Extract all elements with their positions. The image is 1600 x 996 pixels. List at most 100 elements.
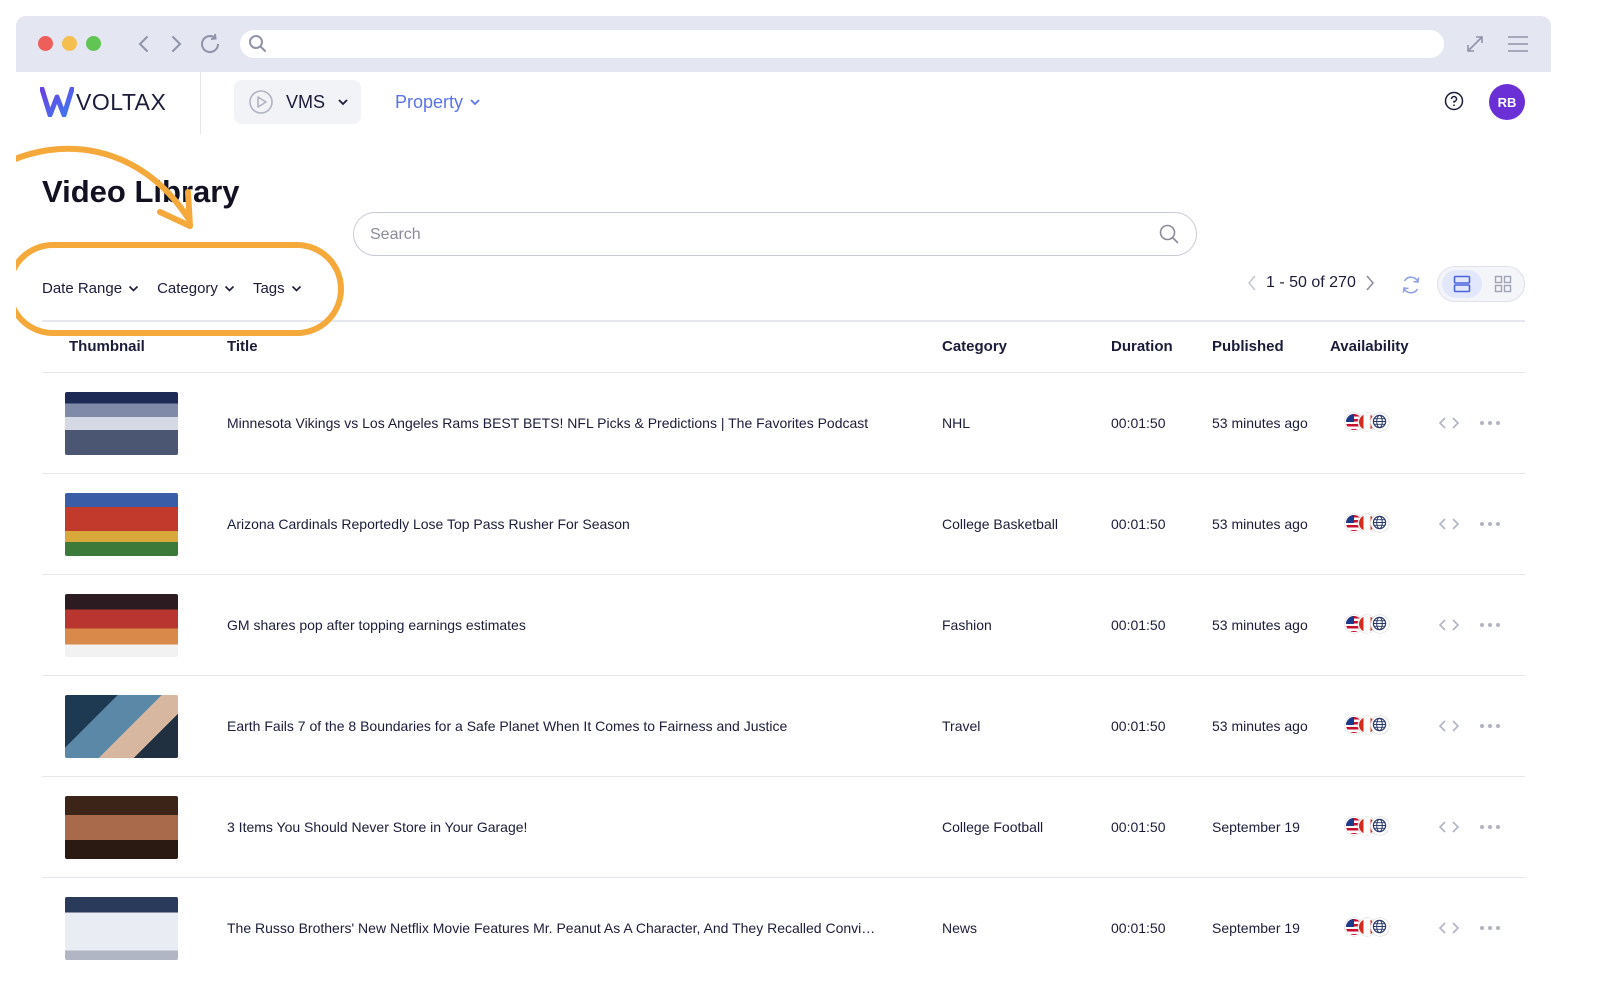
more-options-icon[interactable] bbox=[1478, 716, 1502, 736]
search-icon[interactable] bbox=[1158, 223, 1180, 245]
column-header-thumbnail[interactable]: Thumbnail bbox=[69, 338, 145, 355]
column-header-category[interactable]: Category bbox=[942, 338, 1007, 355]
app-header: VOLTAX VMS Property RB bbox=[16, 72, 1551, 134]
video-category: College Basketball bbox=[942, 516, 1058, 532]
more-options-icon[interactable] bbox=[1478, 413, 1502, 433]
maximize-window-button[interactable] bbox=[86, 36, 101, 51]
minimize-window-button[interactable] bbox=[62, 36, 77, 51]
availability-flags[interactable] bbox=[1345, 413, 1389, 431]
video-title[interactable]: Arizona Cardinals Reportedly Lose Top Pa… bbox=[227, 516, 877, 532]
globe-icon bbox=[1371, 615, 1389, 633]
expand-icon[interactable] bbox=[1461, 30, 1489, 58]
video-duration: 00:01:50 bbox=[1111, 617, 1166, 633]
help-icon[interactable] bbox=[1443, 90, 1465, 112]
header-divider bbox=[200, 72, 201, 134]
list-view-button[interactable] bbox=[1442, 270, 1482, 298]
globe-icon bbox=[1371, 918, 1389, 936]
product-switcher[interactable]: VMS bbox=[234, 80, 361, 124]
menu-icon[interactable] bbox=[1504, 30, 1532, 58]
embed-code-icon[interactable] bbox=[1438, 817, 1460, 837]
video-published: 53 minutes ago bbox=[1212, 415, 1308, 431]
video-duration: 00:01:50 bbox=[1111, 819, 1166, 835]
column-header-published[interactable]: Published bbox=[1212, 338, 1284, 355]
close-window-button[interactable] bbox=[38, 36, 53, 51]
video-thumbnail[interactable] bbox=[65, 493, 178, 556]
embed-code-icon[interactable] bbox=[1438, 413, 1460, 433]
video-category: News bbox=[942, 920, 978, 936]
search-input[interactable] bbox=[370, 223, 1130, 247]
table-row[interactable]: Minnesota Vikings vs Los Angeles Rams BE… bbox=[42, 372, 1525, 473]
globe-icon bbox=[1371, 413, 1389, 431]
availability-flags[interactable] bbox=[1345, 716, 1389, 734]
video-duration: 00:01:50 bbox=[1111, 415, 1166, 431]
video-title[interactable]: 3 Items You Should Never Store in Your G… bbox=[227, 819, 877, 835]
video-thumbnail[interactable] bbox=[65, 594, 178, 657]
availability-flags[interactable] bbox=[1345, 615, 1389, 633]
column-header-duration[interactable]: Duration bbox=[1111, 338, 1173, 355]
property-label: Property bbox=[395, 91, 464, 112]
video-category: NHL bbox=[942, 415, 971, 431]
annotation-arrow bbox=[16, 145, 193, 229]
browser-window: VOLTAX VMS Property RB Video Library Dat… bbox=[16, 16, 1551, 960]
availability-flags[interactable] bbox=[1345, 514, 1389, 532]
back-icon[interactable] bbox=[130, 30, 158, 58]
main-content: Video Library Date Range Category Tags 1… bbox=[16, 134, 1551, 960]
filter-highlight-annotation bbox=[16, 242, 344, 336]
more-options-icon[interactable] bbox=[1478, 514, 1502, 534]
video-duration: 00:01:50 bbox=[1111, 516, 1166, 532]
more-options-icon[interactable] bbox=[1478, 817, 1502, 837]
grid-view-icon bbox=[1494, 275, 1512, 293]
voltax-logo-icon bbox=[40, 87, 74, 117]
grid-view-button[interactable] bbox=[1484, 270, 1522, 298]
more-options-icon[interactable] bbox=[1478, 918, 1502, 938]
reload-icon[interactable] bbox=[196, 30, 224, 58]
chevron-down-icon bbox=[470, 99, 480, 106]
chevron-left-icon[interactable] bbox=[1246, 274, 1258, 292]
video-thumbnail[interactable] bbox=[65, 695, 178, 758]
availability-flags[interactable] bbox=[1345, 918, 1389, 936]
video-published: 53 minutes ago bbox=[1212, 617, 1308, 633]
globe-icon bbox=[1371, 817, 1389, 835]
video-published: 53 minutes ago bbox=[1212, 516, 1308, 532]
product-label: VMS bbox=[286, 91, 326, 112]
user-avatar[interactable]: RB bbox=[1489, 84, 1525, 120]
logo-text: VOLTAX bbox=[76, 88, 167, 115]
video-category: Fashion bbox=[942, 617, 992, 633]
embed-code-icon[interactable] bbox=[1438, 918, 1460, 938]
video-thumbnail[interactable] bbox=[65, 796, 178, 859]
video-thumbnail[interactable] bbox=[65, 897, 178, 960]
refresh-icon[interactable] bbox=[1400, 274, 1422, 296]
browser-chrome bbox=[16, 16, 1551, 72]
availability-flags[interactable] bbox=[1345, 817, 1389, 835]
video-duration: 00:01:50 bbox=[1111, 920, 1166, 936]
column-header-title[interactable]: Title bbox=[227, 338, 258, 355]
embed-code-icon[interactable] bbox=[1438, 716, 1460, 736]
table-row[interactable]: Arizona Cardinals Reportedly Lose Top Pa… bbox=[42, 473, 1525, 574]
video-title[interactable]: Earth Fails 7 of the 8 Boundaries for a … bbox=[227, 718, 877, 734]
video-title[interactable]: Minnesota Vikings vs Los Angeles Rams BE… bbox=[227, 415, 877, 431]
globe-icon bbox=[1371, 514, 1389, 532]
table-row[interactable]: The Russo Brothers' New Netflix Movie Fe… bbox=[42, 877, 1525, 960]
more-options-icon[interactable] bbox=[1478, 615, 1502, 635]
embed-code-icon[interactable] bbox=[1438, 514, 1460, 534]
forward-icon[interactable] bbox=[162, 30, 190, 58]
list-view-icon bbox=[1453, 275, 1471, 293]
address-bar[interactable] bbox=[240, 30, 1444, 58]
video-published: September 19 bbox=[1212, 819, 1300, 835]
globe-icon bbox=[1371, 716, 1389, 734]
video-title[interactable]: The Russo Brothers' New Netflix Movie Fe… bbox=[227, 920, 877, 936]
pagination: 1 - 50 of 270 bbox=[1246, 274, 1376, 292]
embed-code-icon[interactable] bbox=[1438, 615, 1460, 635]
column-header-availability[interactable]: Availability bbox=[1330, 338, 1409, 355]
table-row[interactable]: GM shares pop after topping earnings est… bbox=[42, 574, 1525, 675]
voltax-logo[interactable]: VOLTAX bbox=[40, 86, 166, 118]
search-icon bbox=[249, 35, 266, 52]
table-row[interactable]: Earth Fails 7 of the 8 Boundaries for a … bbox=[42, 675, 1525, 776]
search-field[interactable] bbox=[353, 212, 1197, 256]
video-published: 53 minutes ago bbox=[1212, 718, 1308, 734]
table-row[interactable]: 3 Items You Should Never Store in Your G… bbox=[42, 776, 1525, 877]
video-thumbnail[interactable] bbox=[65, 392, 178, 455]
property-dropdown[interactable]: Property bbox=[395, 80, 481, 124]
video-title[interactable]: GM shares pop after topping earnings est… bbox=[227, 617, 877, 633]
chevron-right-icon[interactable] bbox=[1364, 274, 1376, 292]
